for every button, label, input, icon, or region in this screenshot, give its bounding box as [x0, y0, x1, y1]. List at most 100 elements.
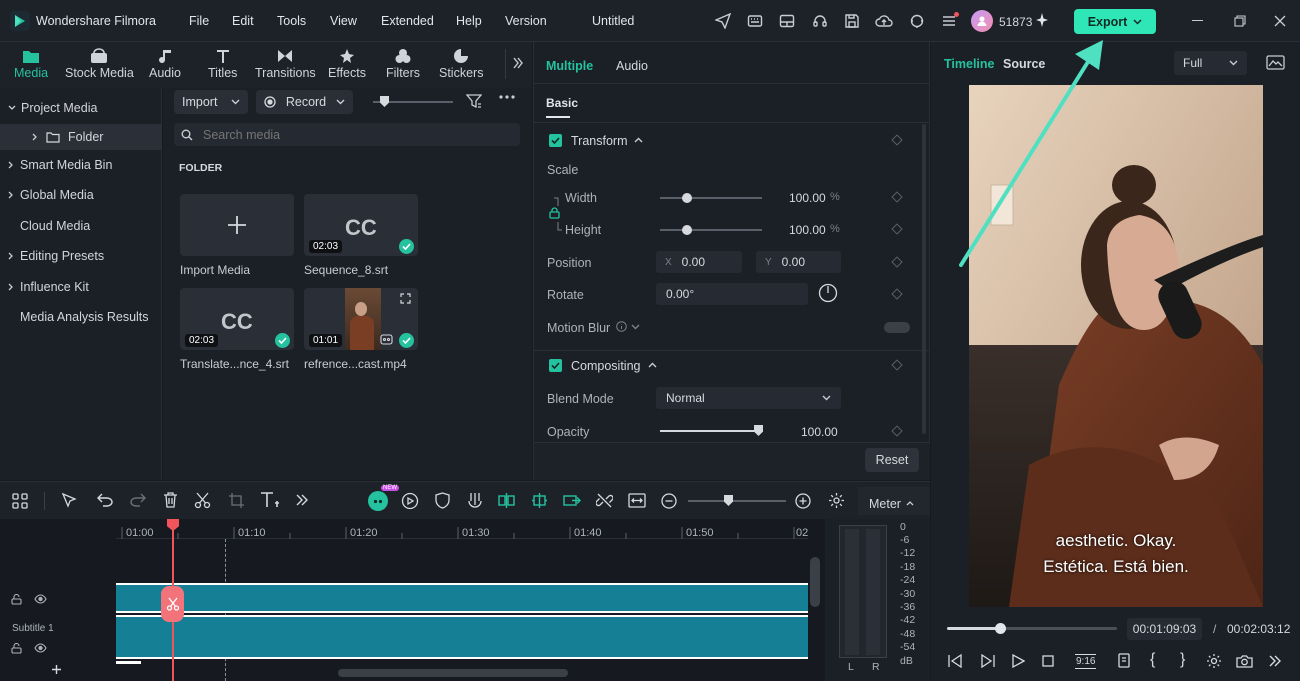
- zoom-in-icon[interactable]: [795, 493, 811, 509]
- double-chevron-right-icon[interactable]: [513, 57, 523, 69]
- rotate-field[interactable]: 0.00°: [656, 283, 808, 305]
- extract-icon[interactable]: [563, 492, 581, 509]
- layout-icon[interactable]: [776, 10, 798, 32]
- zoom-slider[interactable]: [688, 500, 786, 502]
- scissors-icon[interactable]: [194, 492, 211, 509]
- tab-multiple[interactable]: Multiple: [546, 59, 593, 73]
- blend-mode-select[interactable]: Normal: [656, 387, 841, 409]
- props-scrollbar[interactable]: [922, 124, 926, 434]
- current-time[interactable]: 00:01:09:03: [1127, 618, 1202, 640]
- tab-media[interactable]: Media: [14, 46, 48, 84]
- step-forward-icon[interactable]: [980, 654, 996, 668]
- split-marker[interactable]: [161, 586, 184, 622]
- menu-version[interactable]: Version: [505, 14, 547, 28]
- image-icon[interactable]: [1266, 55, 1285, 70]
- height-slider[interactable]: [660, 229, 762, 231]
- tab-effects[interactable]: Effects: [328, 46, 366, 84]
- audio-stretch-icon[interactable]: [467, 492, 484, 509]
- record-dropdown[interactable]: Record: [256, 90, 353, 114]
- crop-icon[interactable]: [228, 492, 245, 509]
- height-slider-knob[interactable]: [682, 225, 692, 235]
- keyframe-icon[interactable]: [891, 288, 903, 300]
- time-ruler[interactable]: 01:00 01:10 01:20 01:30 01:40 01:50 02: [116, 519, 808, 539]
- tab-transitions[interactable]: Transitions: [255, 46, 316, 84]
- track-eye-icon[interactable]: [34, 643, 47, 653]
- sidebar-item-global-media[interactable]: Global Media: [0, 182, 162, 208]
- fit-icon[interactable]: [628, 492, 646, 509]
- reset-button[interactable]: Reset: [865, 448, 919, 472]
- keyframe-icon[interactable]: [891, 425, 903, 437]
- tab-titles[interactable]: Titles: [208, 46, 237, 84]
- tab-stickers[interactable]: Stickers: [439, 46, 483, 84]
- sidebar-item-cloud-media[interactable]: Cloud Media: [0, 213, 162, 239]
- tab-audio[interactable]: Audio: [149, 46, 181, 84]
- undo-icon[interactable]: [97, 493, 113, 507]
- timeline-settings-icon[interactable]: [828, 492, 845, 509]
- search-input[interactable]: [203, 126, 503, 143]
- headset-icon[interactable]: [809, 10, 831, 32]
- height-value[interactable]: 100.00: [789, 223, 826, 237]
- lock-icon[interactable]: [549, 207, 560, 219]
- cloud-upload-icon[interactable]: [873, 10, 895, 32]
- media-item-translate[interactable]: CC 02:03: [180, 288, 294, 350]
- sidebar-item-influence-kit[interactable]: Influence Kit: [0, 274, 162, 300]
- subtitle-clip[interactable]: [116, 615, 808, 659]
- vertical-scrollbar[interactable]: [810, 557, 820, 607]
- track-lock-icon[interactable]: [11, 643, 22, 654]
- subtab-basic[interactable]: Basic: [546, 96, 578, 110]
- opacity-value[interactable]: 100.00: [801, 425, 838, 439]
- menu-view[interactable]: View: [330, 14, 357, 28]
- zoom-out-icon[interactable]: [661, 493, 677, 509]
- opacity-slider-knob[interactable]: [754, 425, 763, 436]
- unlink-icon[interactable]: [596, 492, 613, 509]
- shield-icon[interactable]: [435, 492, 450, 509]
- chevron-up-icon[interactable]: [648, 362, 657, 368]
- sidebar-item-editing-presets[interactable]: Editing Presets: [0, 243, 162, 269]
- restore-icon[interactable]: [1234, 15, 1246, 27]
- sidebar-item-folder[interactable]: Folder: [0, 124, 162, 150]
- clip-icon[interactable]: [1118, 653, 1130, 668]
- position-y-field[interactable]: Y 0.00: [756, 251, 841, 273]
- mark-in-icon[interactable]: {: [1150, 651, 1155, 669]
- media-item-sequence[interactable]: CC 02:03: [304, 194, 418, 256]
- chevron-down-icon[interactable]: [631, 324, 640, 330]
- stop-icon[interactable]: [1042, 655, 1054, 667]
- transform-checkbox[interactable]: [549, 134, 562, 147]
- compositing-checkbox[interactable]: [549, 359, 562, 372]
- minimize-icon[interactable]: [1192, 20, 1203, 21]
- redo-icon[interactable]: [130, 493, 146, 507]
- width-value[interactable]: 100.00: [789, 191, 826, 205]
- mark-out-icon[interactable]: }: [1180, 651, 1185, 669]
- quality-select[interactable]: Full: [1174, 51, 1247, 75]
- keyframe-icon[interactable]: [891, 223, 903, 235]
- save-icon[interactable]: [841, 10, 863, 32]
- info-icon[interactable]: [616, 321, 627, 332]
- delete-icon[interactable]: [163, 492, 178, 508]
- settings-icon[interactable]: [1206, 653, 1222, 669]
- subtitle-clip[interactable]: [116, 583, 808, 613]
- keyboard-icon[interactable]: [744, 10, 766, 32]
- position-x-field[interactable]: X 0.00: [656, 251, 742, 273]
- sidebar-item-media-analysis[interactable]: Media Analysis Results: [0, 304, 162, 330]
- progress-knob[interactable]: [994, 623, 1006, 634]
- motion-blur-toggle[interactable]: [884, 322, 910, 333]
- fullscreen-icon[interactable]: [400, 293, 411, 304]
- menu-extended[interactable]: Extended: [381, 14, 434, 28]
- track-lock-icon[interactable]: [11, 594, 22, 605]
- horizontal-scrollbar[interactable]: [338, 669, 568, 677]
- select-tool-icon[interactable]: [61, 492, 78, 509]
- send-icon[interactable]: [712, 10, 734, 32]
- tab-stock-media[interactable]: Stock Media: [65, 46, 134, 84]
- support-icon[interactable]: [906, 10, 928, 32]
- menu-help[interactable]: Help: [456, 14, 482, 28]
- double-chevron-right-icon[interactable]: [296, 494, 308, 506]
- chevron-up-icon[interactable]: [906, 501, 914, 506]
- menu-tools[interactable]: Tools: [277, 14, 306, 28]
- track-eye-icon[interactable]: [34, 594, 47, 604]
- menu-edit[interactable]: Edit: [232, 14, 254, 28]
- split-left-icon[interactable]: [498, 492, 515, 509]
- menu-file[interactable]: File: [189, 14, 209, 28]
- import-media-tile[interactable]: [180, 194, 294, 256]
- tab-filters[interactable]: Filters: [386, 46, 420, 84]
- chevron-up-icon[interactable]: [634, 137, 643, 143]
